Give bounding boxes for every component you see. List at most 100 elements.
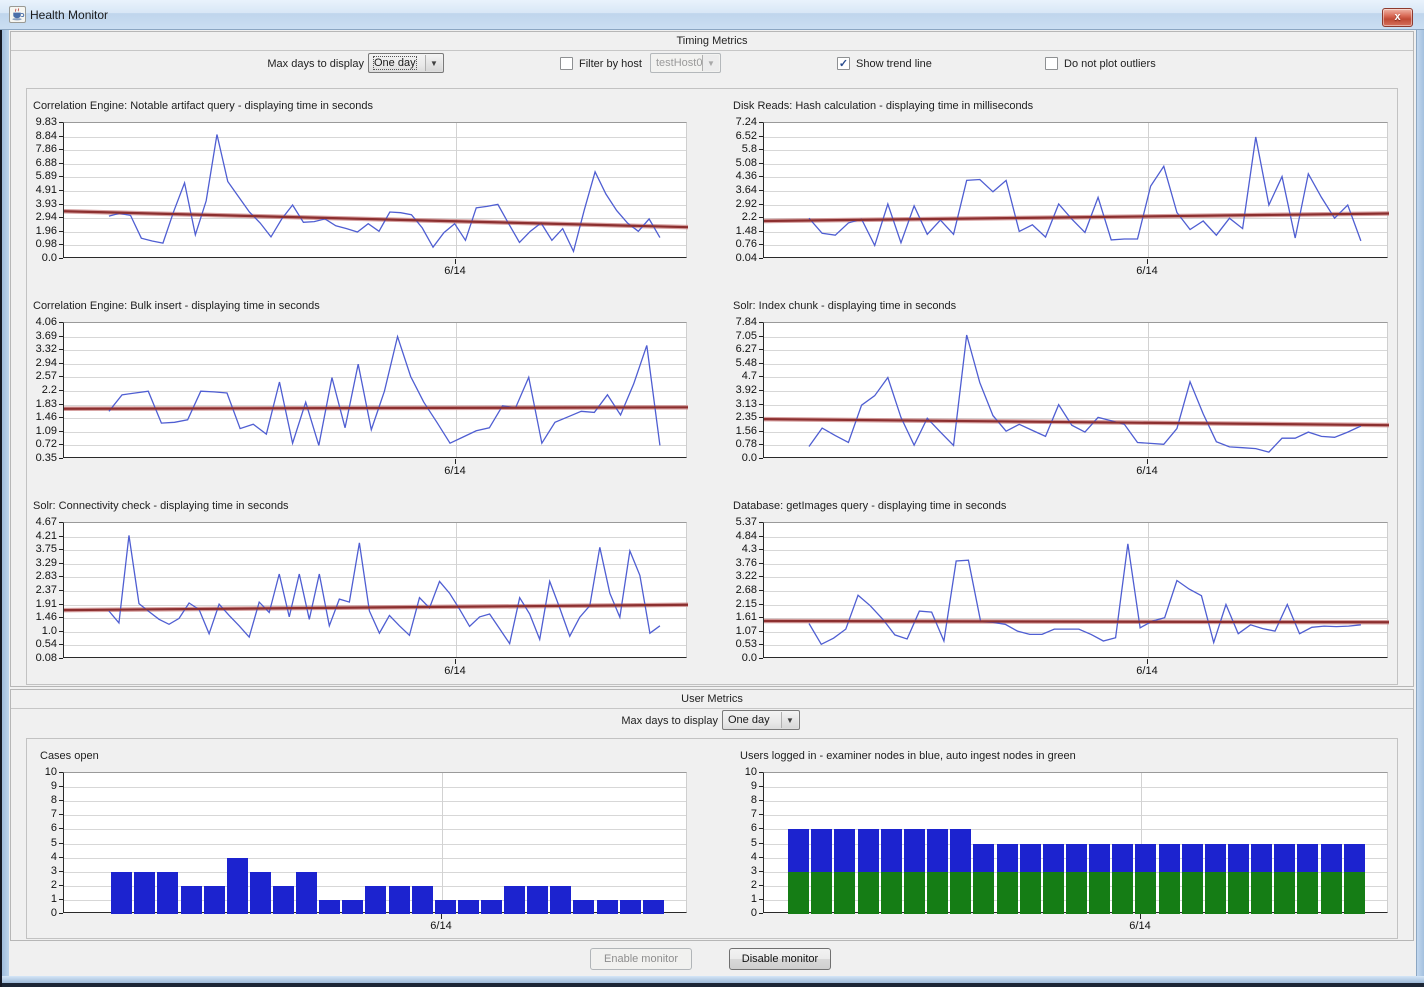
y-tick-label: 10 — [715, 766, 757, 778]
bar-segment — [834, 872, 855, 914]
y-tick-label: 6.27 — [715, 343, 757, 355]
y-tick-label: 3.92 — [715, 384, 757, 396]
y-tick-label: 1.09 — [15, 425, 57, 437]
bar-segment — [997, 844, 1018, 872]
bar-segment — [157, 872, 178, 914]
bar-segment — [1297, 844, 1318, 872]
bar-segment — [1135, 872, 1156, 914]
x-tick-label: 6/14 — [435, 465, 475, 477]
filter-by-host-checkbox[interactable] — [560, 57, 573, 70]
gridline — [64, 858, 686, 859]
x-tick-label: 6/14 — [1127, 665, 1167, 677]
y-tick-mark — [759, 885, 763, 886]
y-tick-mark — [759, 163, 763, 164]
line-series — [764, 323, 1389, 459]
y-tick-mark — [59, 617, 63, 618]
x-tick-mark — [441, 914, 442, 919]
bar-segment — [1274, 844, 1295, 872]
y-tick-mark — [759, 190, 763, 191]
bar-segment — [1043, 872, 1064, 914]
y-tick-label: 8.84 — [15, 130, 57, 142]
chart-title: Database: getImages query - displaying t… — [733, 500, 1006, 512]
y-tick-label: 4.3 — [715, 543, 757, 555]
bar-segment — [620, 900, 641, 914]
user-max-days-combo[interactable]: One day ▼ — [722, 710, 800, 730]
y-tick-mark — [59, 563, 63, 564]
y-tick-mark — [759, 576, 763, 577]
user-max-days-label: Max days to display — [613, 715, 718, 727]
y-tick-mark — [59, 363, 63, 364]
bar-segment — [788, 829, 809, 871]
y-tick-mark — [759, 390, 763, 391]
bar-segment — [1066, 844, 1087, 872]
y-tick-label: 0.04 — [715, 252, 757, 264]
y-tick-label: 3.13 — [715, 398, 757, 410]
y-tick-label: 0.0 — [715, 652, 757, 664]
y-tick-mark — [59, 376, 63, 377]
y-tick-mark — [759, 913, 763, 914]
bar-segment — [111, 872, 132, 914]
y-tick-label: 9.83 — [15, 116, 57, 128]
no-outliers-checkbox[interactable] — [1045, 57, 1058, 70]
y-tick-label: 1 — [715, 893, 757, 905]
y-tick-label: 0.98 — [15, 238, 57, 250]
title-bar[interactable]: Health Monitor x — [0, 0, 1424, 30]
y-tick-mark — [759, 431, 763, 432]
y-tick-mark — [759, 376, 763, 377]
y-tick-label: 3 — [15, 865, 57, 877]
y-tick-label: 4 — [715, 851, 757, 863]
y-tick-mark — [59, 549, 63, 550]
bar-segment — [1321, 872, 1342, 914]
y-tick-mark — [759, 772, 763, 773]
y-tick-label: 2.57 — [15, 370, 57, 382]
chart-plot-t5 — [763, 522, 1388, 658]
show-trend-line-checkbox[interactable]: ✓ — [837, 57, 850, 70]
gridline — [64, 787, 686, 788]
y-tick-mark — [759, 444, 763, 445]
close-button[interactable]: x — [1382, 8, 1413, 27]
bar-segment — [435, 900, 456, 914]
bar-segment — [1089, 844, 1110, 872]
chevron-down-icon[interactable]: ▼ — [781, 712, 798, 728]
y-tick-mark — [759, 258, 763, 259]
y-tick-label: 0.0 — [15, 252, 57, 264]
bar-segment — [950, 872, 971, 914]
bar-segment — [973, 844, 994, 872]
y-tick-mark — [59, 590, 63, 591]
chevron-down-icon[interactable]: ▼ — [425, 55, 442, 71]
user-metrics-header: User Metrics — [11, 690, 1413, 709]
bar-segment — [227, 858, 248, 914]
bar-segment — [250, 872, 271, 914]
disable-monitor-button[interactable]: Disable monitor — [729, 948, 831, 970]
y-tick-mark — [759, 899, 763, 900]
y-tick-mark — [59, 149, 63, 150]
y-tick-label: 1.83 — [15, 398, 57, 410]
no-outliers-label: Do not plot outliers — [1064, 58, 1156, 70]
y-tick-label: 2.94 — [15, 211, 57, 223]
x-tick-mark — [455, 659, 456, 664]
y-tick-label: 9 — [715, 780, 757, 792]
bar-segment — [319, 900, 340, 914]
y-tick-mark — [59, 190, 63, 191]
bar-segment — [1112, 872, 1133, 914]
gridline — [764, 787, 1387, 788]
bar-segment — [273, 886, 294, 914]
enable-monitor-button[interactable]: Enable monitor — [590, 948, 692, 970]
timing-max-days-combo[interactable]: One day ▼ — [368, 53, 444, 73]
bar-segment — [927, 872, 948, 914]
y-tick-mark — [759, 244, 763, 245]
y-tick-mark — [59, 913, 63, 914]
bar-segment — [204, 886, 225, 914]
y-tick-mark — [759, 522, 763, 523]
host-combo[interactable]: testHost0 ▼ — [650, 53, 721, 73]
y-tick-mark — [759, 536, 763, 537]
y-tick-label: 2.94 — [15, 357, 57, 369]
y-tick-mark — [759, 322, 763, 323]
bar-segment — [858, 829, 879, 871]
filter-by-host-label: Filter by host — [579, 58, 642, 70]
bar-segment — [881, 872, 902, 914]
bar-segment — [1159, 844, 1180, 872]
chart-title: Solr: Connectivity check - displaying ti… — [33, 500, 289, 512]
y-tick-mark — [759, 122, 763, 123]
chart-plot-t3 — [763, 322, 1388, 458]
